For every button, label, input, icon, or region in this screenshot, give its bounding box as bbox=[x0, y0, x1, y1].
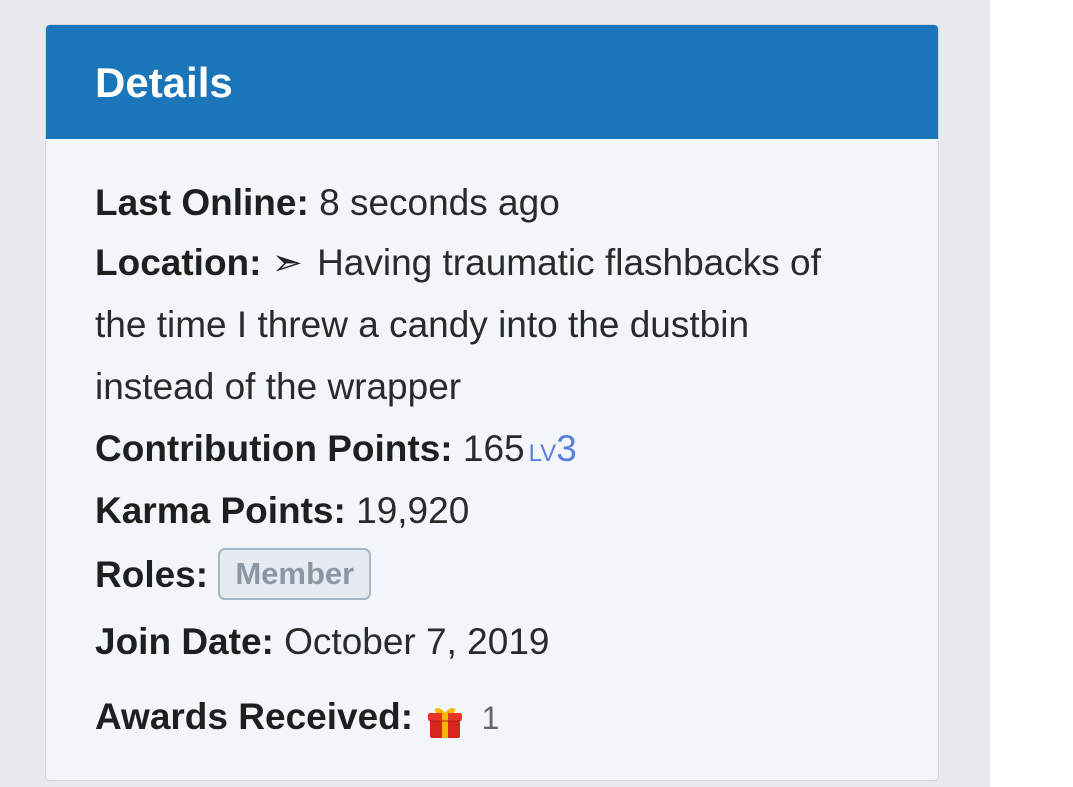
last-online-label: Last Online: bbox=[95, 182, 309, 223]
right-panel-edge bbox=[990, 0, 1073, 787]
karma-points-row: Karma Points: 19,920 bbox=[95, 480, 878, 542]
join-date-row: Join Date: October 7, 2019 bbox=[95, 611, 878, 673]
contribution-points-row: Contribution Points: 165 LV3 bbox=[95, 418, 878, 485]
location-text-line-3: instead of the wrapper bbox=[95, 366, 462, 407]
awards-row: Awards Received: 1 bbox=[95, 686, 878, 749]
roles-label: Roles: bbox=[95, 554, 209, 595]
location-row: Location: ➣ Having traumatic flashbacks … bbox=[95, 232, 898, 418]
level-prefix: LV bbox=[528, 440, 557, 467]
awards-label: Awards Received: bbox=[95, 696, 414, 737]
details-card: Details Last Online: 8 seconds ago Locat… bbox=[45, 24, 939, 781]
arrow-icon: ➣ bbox=[271, 242, 303, 283]
card-header: Details bbox=[46, 25, 938, 139]
roles-row: Roles: Member bbox=[95, 544, 878, 606]
location-label: Location: bbox=[95, 242, 262, 283]
gift-icon[interactable] bbox=[427, 697, 463, 739]
contribution-points-value: 165 bbox=[462, 428, 525, 469]
karma-points-label: Karma Points: bbox=[95, 490, 346, 531]
last-online-value: 8 seconds ago bbox=[319, 182, 560, 223]
karma-points-value: 19,920 bbox=[356, 490, 470, 531]
level-number: 3 bbox=[556, 428, 577, 469]
contribution-points-label: Contribution Points: bbox=[95, 428, 453, 469]
location-text-line-2: the time I threw a candy into the dustbi… bbox=[95, 304, 750, 345]
last-online-row: Last Online: 8 seconds ago bbox=[95, 172, 878, 234]
card-title: Details bbox=[95, 59, 233, 106]
role-badge-member[interactable]: Member bbox=[218, 548, 372, 601]
location-text-line-1: Having traumatic flashbacks of bbox=[317, 242, 821, 283]
awards-count: 1 bbox=[481, 700, 500, 736]
join-date-value: October 7, 2019 bbox=[284, 621, 550, 662]
join-date-label: Join Date: bbox=[95, 621, 274, 662]
